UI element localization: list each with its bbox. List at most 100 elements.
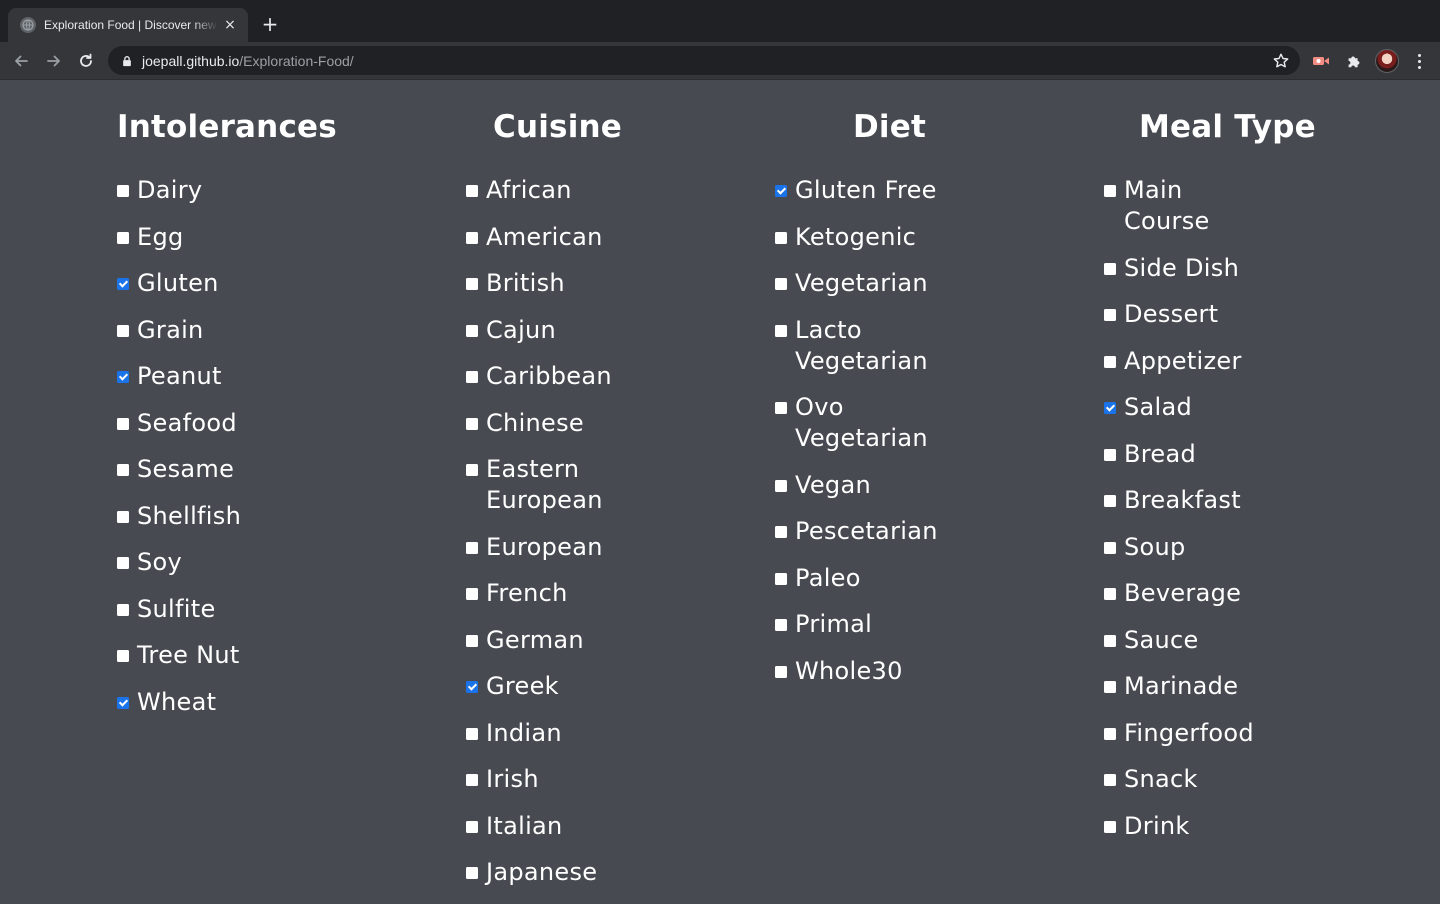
- checkbox-option-caribbean[interactable]: Caribbean: [466, 361, 616, 392]
- checkbox-unchecked[interactable]: [117, 464, 129, 476]
- checkbox-option-side-dish[interactable]: Side Dish: [1104, 253, 1254, 284]
- checkbox-option-fingerfood[interactable]: Fingerfood: [1104, 718, 1254, 749]
- checkbox-unchecked[interactable]: [466, 278, 478, 290]
- back-arrow-icon[interactable]: [8, 48, 34, 74]
- checkbox-unchecked[interactable]: [1104, 727, 1116, 740]
- checkbox-unchecked[interactable]: [466, 588, 478, 600]
- checkbox-unchecked[interactable]: [775, 665, 787, 678]
- checkbox-unchecked[interactable]: [1104, 820, 1116, 833]
- checkbox-option-greek[interactable]: Greek: [466, 671, 616, 702]
- forward-arrow-icon[interactable]: [41, 48, 67, 74]
- checkbox-option-french[interactable]: French: [466, 578, 616, 609]
- browser-menu-icon[interactable]: [1410, 51, 1428, 71]
- checkbox-unchecked[interactable]: [117, 603, 129, 616]
- checkbox-option-soy[interactable]: Soy: [117, 547, 241, 578]
- checkbox-option-eastern-european[interactable]: Eastern European: [466, 454, 616, 516]
- checkbox-option-salad[interactable]: Salad: [1104, 392, 1254, 423]
- checkbox-option-gluten-free[interactable]: Gluten Free: [775, 175, 938, 206]
- checkbox-unchecked[interactable]: [466, 324, 478, 337]
- checkbox-unchecked[interactable]: [775, 402, 787, 414]
- checkbox-option-grain[interactable]: Grain: [117, 315, 241, 346]
- checkbox-unchecked[interactable]: [1104, 262, 1116, 275]
- checkbox-checked[interactable]: [117, 278, 129, 290]
- checkbox-option-marinade[interactable]: Marinade: [1104, 671, 1254, 702]
- checkbox-option-dessert[interactable]: Dessert: [1104, 299, 1254, 330]
- checkbox-checked[interactable]: [117, 696, 129, 709]
- checkbox-option-irish[interactable]: Irish: [466, 764, 616, 795]
- checkbox-unchecked[interactable]: [466, 464, 478, 476]
- checkbox-option-beverage[interactable]: Beverage: [1104, 578, 1254, 609]
- checkbox-option-sulfite[interactable]: Sulfite: [117, 594, 241, 625]
- checkbox-unchecked[interactable]: [466, 417, 478, 430]
- close-tab-icon[interactable]: ×: [222, 17, 238, 33]
- screen-record-extension-icon[interactable]: [1311, 51, 1331, 71]
- checkbox-option-lacto-vegetarian[interactable]: Lacto Vegetarian: [775, 315, 938, 377]
- checkbox-unchecked[interactable]: [775, 619, 787, 631]
- checkbox-option-whole30[interactable]: Whole30: [775, 656, 938, 687]
- lock-icon[interactable]: [120, 54, 134, 68]
- checkbox-unchecked[interactable]: [1104, 681, 1116, 693]
- puzzle-extensions-icon[interactable]: [1344, 51, 1364, 71]
- checkbox-option-drink[interactable]: Drink: [1104, 811, 1254, 842]
- checkbox-unchecked[interactable]: [775, 231, 787, 244]
- profile-avatar[interactable]: [1375, 49, 1399, 73]
- checkbox-option-paleo[interactable]: Paleo: [775, 563, 938, 594]
- checkbox-unchecked[interactable]: [466, 867, 478, 879]
- checkbox-unchecked[interactable]: [1104, 495, 1116, 507]
- checkbox-option-ovo-vegetarian[interactable]: Ovo Vegetarian: [775, 392, 938, 454]
- checkbox-unchecked[interactable]: [466, 231, 478, 244]
- browser-tab[interactable]: Exploration Food | Discover new food ×: [8, 8, 248, 42]
- checkbox-checked[interactable]: [117, 371, 129, 383]
- checkbox-option-soup[interactable]: Soup: [1104, 532, 1254, 563]
- checkbox-unchecked[interactable]: [1104, 185, 1116, 197]
- checkbox-unchecked[interactable]: [466, 774, 478, 786]
- checkbox-option-japanese[interactable]: Japanese: [466, 857, 616, 888]
- checkbox-unchecked[interactable]: [1104, 355, 1116, 368]
- checkbox-unchecked[interactable]: [117, 557, 129, 569]
- checkbox-unchecked[interactable]: [1104, 448, 1116, 461]
- checkbox-unchecked[interactable]: [1104, 309, 1116, 321]
- checkbox-option-vegetarian[interactable]: Vegetarian: [775, 268, 938, 299]
- checkbox-option-italian[interactable]: Italian: [466, 811, 616, 842]
- checkbox-option-appetizer[interactable]: Appetizer: [1104, 346, 1254, 377]
- checkbox-option-peanut[interactable]: Peanut: [117, 361, 241, 392]
- checkbox-option-breakfast[interactable]: Breakfast: [1104, 485, 1254, 516]
- checkbox-option-egg[interactable]: Egg: [117, 222, 241, 253]
- checkbox-option-sesame[interactable]: Sesame: [117, 454, 241, 485]
- checkbox-unchecked[interactable]: [117, 185, 129, 197]
- checkbox-option-shellfish[interactable]: Shellfish: [117, 501, 241, 532]
- checkbox-unchecked[interactable]: [466, 541, 478, 554]
- bookmark-star-icon[interactable]: [1272, 52, 1290, 70]
- checkbox-unchecked[interactable]: [117, 324, 129, 337]
- checkbox-unchecked[interactable]: [775, 278, 787, 290]
- checkbox-unchecked[interactable]: [466, 185, 478, 197]
- checkbox-option-ketogenic[interactable]: Ketogenic: [775, 222, 938, 253]
- address-bar[interactable]: joepall.github.io/Exploration-Food/: [108, 46, 1300, 75]
- url-text[interactable]: joepall.github.io/Exploration-Food/: [142, 53, 354, 69]
- checkbox-option-tree-nut[interactable]: Tree Nut: [117, 640, 241, 671]
- checkbox-unchecked[interactable]: [775, 572, 787, 585]
- checkbox-option-british[interactable]: British: [466, 268, 616, 299]
- checkbox-option-cajun[interactable]: Cajun: [466, 315, 616, 346]
- checkbox-unchecked[interactable]: [1104, 634, 1116, 647]
- checkbox-unchecked[interactable]: [1104, 541, 1116, 554]
- checkbox-option-pescetarian[interactable]: Pescetarian: [775, 516, 938, 547]
- checkbox-unchecked[interactable]: [466, 634, 478, 647]
- checkbox-option-european[interactable]: European: [466, 532, 616, 563]
- checkbox-option-seafood[interactable]: Seafood: [117, 408, 241, 439]
- checkbox-option-primal[interactable]: Primal: [775, 609, 938, 640]
- checkbox-option-american[interactable]: American: [466, 222, 616, 253]
- checkbox-unchecked[interactable]: [775, 479, 787, 492]
- checkbox-option-bread[interactable]: Bread: [1104, 439, 1254, 470]
- checkbox-checked[interactable]: [466, 681, 478, 693]
- new-tab-button[interactable]: +: [258, 12, 282, 36]
- checkbox-option-vegan[interactable]: Vegan: [775, 470, 938, 501]
- checkbox-option-german[interactable]: German: [466, 625, 616, 656]
- checkbox-unchecked[interactable]: [1104, 588, 1116, 600]
- checkbox-unchecked[interactable]: [466, 820, 478, 833]
- checkbox-option-snack[interactable]: Snack: [1104, 764, 1254, 795]
- checkbox-unchecked[interactable]: [117, 510, 129, 523]
- checkbox-unchecked[interactable]: [775, 324, 787, 337]
- checkbox-checked[interactable]: [775, 185, 787, 197]
- checkbox-option-sauce[interactable]: Sauce: [1104, 625, 1254, 656]
